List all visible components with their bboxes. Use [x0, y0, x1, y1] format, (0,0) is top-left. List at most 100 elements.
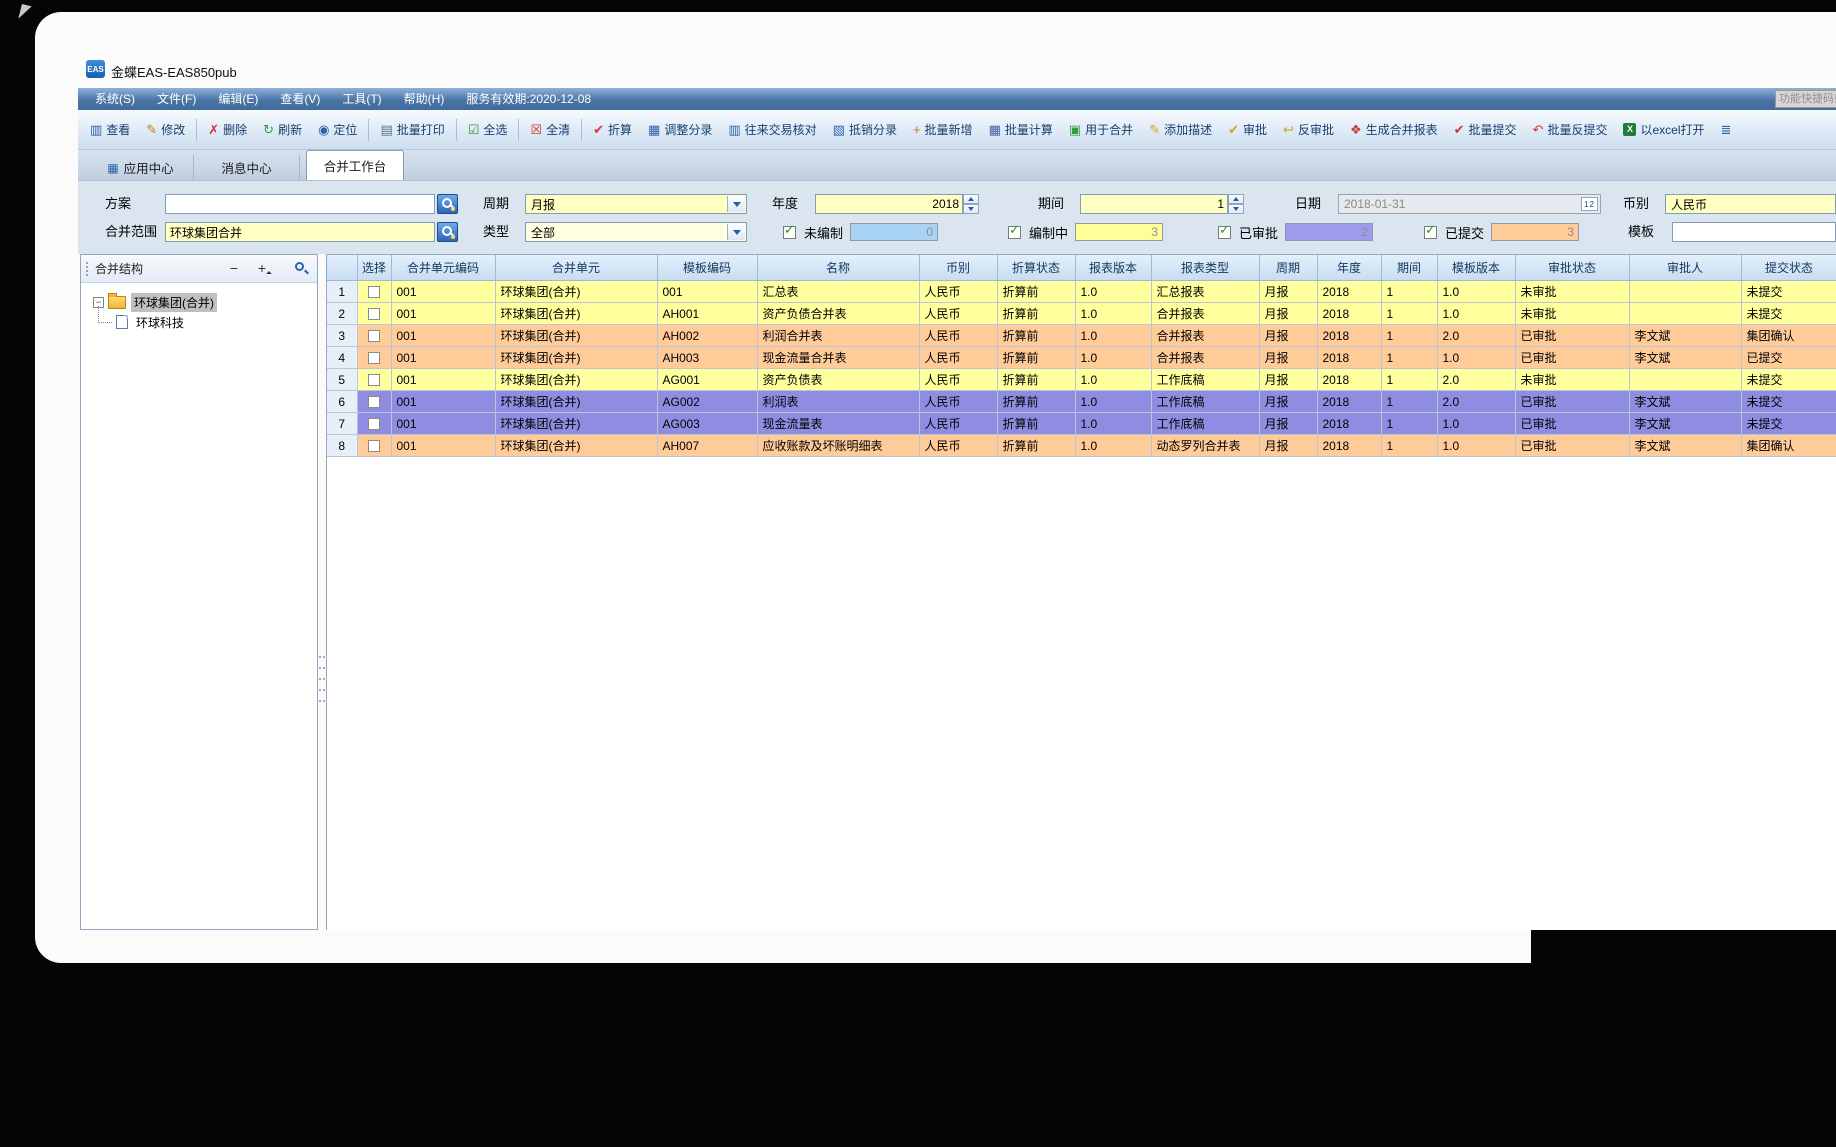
splitter-handle[interactable]: [319, 656, 325, 702]
not-prepared-checkbox[interactable]: ✓: [783, 226, 796, 239]
row-checkbox[interactable]: [368, 418, 380, 430]
menu-help[interactable]: 帮助(H): [393, 88, 456, 110]
open-excel-button[interactable]: X以excel打开: [1615, 116, 1712, 144]
column-header-5[interactable]: 名称: [757, 255, 919, 281]
for-merge-button[interactable]: ▣用于合并: [1061, 116, 1141, 144]
filter-bar: 方案 周期 月报 年度 期间 日期 2018-01-31 12 币别 人民币 合…: [78, 180, 1836, 254]
batch-calc-button[interactable]: ▦批量计算: [981, 116, 1061, 144]
table-row[interactable]: 3001环球集团(合并)AH002利润合并表人民币折算前1.0合并报表月报201…: [327, 325, 1836, 347]
column-header-11[interactable]: 年度: [1317, 255, 1381, 281]
modify-button[interactable]: ✎修改: [138, 116, 193, 144]
scheme-input[interactable]: [165, 194, 435, 214]
column-header-2[interactable]: 合并单元编码: [391, 255, 495, 281]
template-input[interactable]: [1672, 222, 1836, 242]
gen-merge-report-button[interactable]: ❖生成合并报表: [1342, 116, 1446, 144]
batch-add-button[interactable]: +批量新增: [905, 116, 981, 144]
table-row[interactable]: 2001环球集团(合并)AH001资产负债合并表人民币折算前1.0合并报表月报2…: [327, 303, 1836, 325]
column-header-3[interactable]: 合并单元: [495, 255, 657, 281]
tree-search-icon[interactable]: [295, 262, 304, 271]
column-header-16[interactable]: 提交状态: [1741, 255, 1836, 281]
calendar-icon[interactable]: 12: [1581, 197, 1598, 211]
menu-view[interactable]: 查看(V): [269, 88, 331, 110]
menu-tools[interactable]: 工具(T): [331, 88, 392, 110]
tab-merge-workbench[interactable]: 合并工作台: [306, 150, 404, 180]
year-input[interactable]: [815, 194, 963, 214]
batch-unsubmit-button[interactable]: ↶批量反提交: [1525, 116, 1616, 144]
row-checkbox[interactable]: [368, 330, 380, 342]
tab-message-center[interactable]: 消息中心: [194, 155, 300, 180]
add-desc-button[interactable]: ✎添加描述: [1141, 116, 1220, 144]
currency-combo[interactable]: 人民币: [1665, 194, 1836, 214]
locate-button[interactable]: ◉定位: [310, 116, 365, 144]
drag-handle-icon[interactable]: [86, 262, 88, 276]
batch-print-button[interactable]: ▤批量打印: [372, 116, 452, 144]
offset-entries-button[interactable]: ▧抵销分录: [825, 116, 905, 144]
column-header-7[interactable]: 折算状态: [997, 255, 1075, 281]
view-button[interactable]: ▥查看: [82, 116, 138, 144]
spin-up-icon[interactable]: [963, 194, 979, 204]
expand-all-button[interactable]: +: [253, 259, 271, 277]
table-row[interactable]: 4001环球集团(合并)AH003现金流量合并表人民币折算前1.0合并报表月报2…: [327, 347, 1836, 369]
menu-file[interactable]: 文件(F): [146, 88, 207, 110]
scope-lookup-button[interactable]: [437, 222, 458, 242]
column-header-4[interactable]: 模板编码: [657, 255, 757, 281]
quick-search-input[interactable]: [1775, 90, 1836, 108]
menu-system[interactable]: 系统(S): [84, 88, 146, 110]
tree-node-company[interactable]: 环球科技: [93, 312, 317, 332]
tab-app-center[interactable]: ▦应用中心: [88, 155, 194, 180]
column-header-15[interactable]: 审批人: [1629, 255, 1741, 281]
clear-all-button[interactable]: ☒全清: [522, 116, 578, 144]
interval-input[interactable]: [1080, 194, 1228, 214]
refresh-button[interactable]: ↻刷新: [255, 116, 310, 144]
column-header-14[interactable]: 审批状态: [1515, 255, 1629, 281]
scope-input[interactable]: [165, 222, 435, 242]
row-checkbox[interactable]: [368, 374, 380, 386]
type-combo[interactable]: 全部: [525, 222, 747, 242]
table-cell: 未审批: [1515, 369, 1629, 391]
spin-down-icon[interactable]: [1228, 204, 1244, 214]
column-header-1[interactable]: 选择: [357, 255, 391, 281]
column-header-12[interactable]: 期间: [1381, 255, 1437, 281]
date-input[interactable]: 2018-01-31 12: [1338, 194, 1601, 214]
table-row[interactable]: 6001环球集团(合并)AG002利润表人民币折算前1.0工作底稿月报20181…: [327, 391, 1836, 413]
row-checkbox[interactable]: [368, 396, 380, 408]
table-row[interactable]: 8001环球集团(合并)AH007应收账款及坏账明细表人民币折算前1.0动态罗列…: [327, 435, 1836, 457]
row-checkbox[interactable]: [368, 440, 380, 452]
more-button[interactable]: ≣: [1712, 116, 1743, 144]
row-checkbox[interactable]: [368, 352, 380, 364]
chevron-down-icon[interactable]: [727, 196, 745, 212]
column-header-8[interactable]: 报表版本: [1075, 255, 1151, 281]
column-header-13[interactable]: 模板版本: [1437, 255, 1515, 281]
approved-checkbox[interactable]: ✓: [1218, 226, 1231, 239]
menu-edit[interactable]: 编辑(E): [207, 88, 269, 110]
adjust-entries-button[interactable]: ▦调整分录: [640, 116, 720, 144]
scheme-lookup-button[interactable]: [437, 194, 458, 214]
row-checkbox[interactable]: [368, 308, 380, 320]
approve-button[interactable]: ✔审批: [1220, 116, 1275, 144]
transaction-check-button[interactable]: ▥往来交易核对: [720, 116, 824, 144]
column-header-6[interactable]: 币别: [919, 255, 997, 281]
period-combo[interactable]: 月报: [525, 194, 747, 214]
unapprove-button[interactable]: ↩反审批: [1275, 116, 1342, 144]
delete-button[interactable]: ✗删除: [200, 116, 255, 144]
chevron-down-icon[interactable]: [727, 224, 745, 240]
convert-button[interactable]: ✔折算: [585, 116, 640, 144]
table-row[interactable]: 5001环球集团(合并)AG001资产负债表人民币折算前1.0工作底稿月报201…: [327, 369, 1836, 391]
column-header-9[interactable]: 报表类型: [1151, 255, 1259, 281]
submitted-checkbox[interactable]: ✓: [1424, 226, 1437, 239]
table-row[interactable]: 1001环球集团(合并)001汇总表人民币折算前1.0汇总报表月报201811.…: [327, 281, 1836, 303]
collapse-all-button[interactable]: −: [225, 259, 243, 277]
column-header-0[interactable]: [327, 255, 357, 281]
row-select-cell: [357, 347, 391, 369]
tree-node-label[interactable]: 环球集团(合并): [131, 293, 217, 312]
spin-down-icon[interactable]: [963, 204, 979, 214]
select-all-button[interactable]: ☑全选: [460, 116, 516, 144]
tree-node-group[interactable]: − 环球集团(合并): [93, 292, 317, 312]
spin-up-icon[interactable]: [1228, 194, 1244, 204]
table-row[interactable]: 7001环球集团(合并)AG003现金流量表人民币折算前1.0工作底稿月报201…: [327, 413, 1836, 435]
preparing-checkbox[interactable]: ✓: [1008, 226, 1021, 239]
batch-submit-button[interactable]: ✔批量提交: [1446, 116, 1525, 144]
row-checkbox[interactable]: [368, 286, 380, 298]
tree-node-label[interactable]: 环球科技: [133, 313, 187, 332]
column-header-10[interactable]: 周期: [1259, 255, 1317, 281]
